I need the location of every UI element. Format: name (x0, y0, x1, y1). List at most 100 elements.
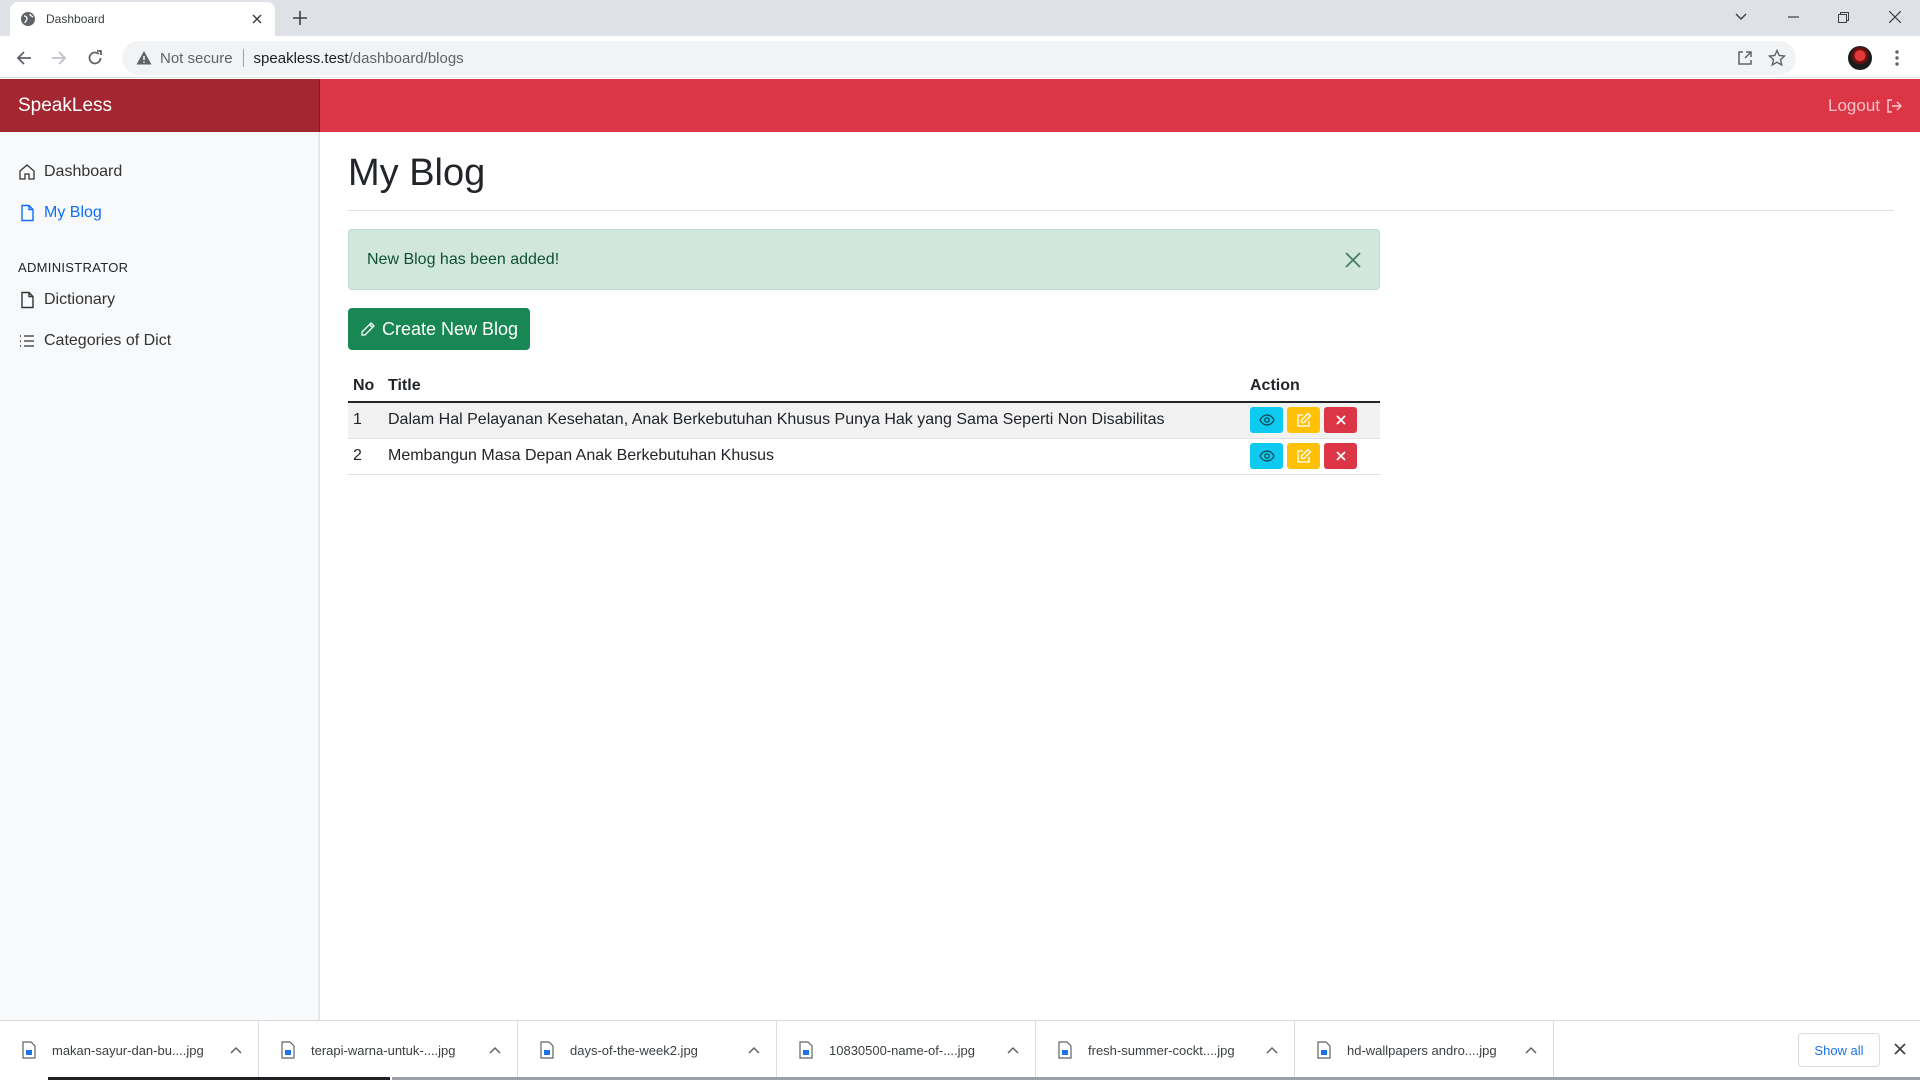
delete-button[interactable] (1324, 443, 1357, 469)
globe-icon (20, 11, 36, 27)
row-title: Dalam Hal Pelayanan Kesehatan, Anak Berk… (383, 402, 1245, 439)
page-title: My Blog (348, 152, 486, 194)
browser-toolbar: Not secure speakless.test/dashboard/blog… (0, 36, 1920, 78)
file-image-icon (540, 1041, 554, 1059)
main-content: My Blog New Blog has been added! Create … (348, 132, 1894, 1020)
url-path: /dashboard/blogs (348, 49, 464, 67)
sidebar-item-label: Dictionary (44, 291, 116, 308)
blog-table: No Title Action 1 Dalam Hal Pelayanan Ke… (348, 370, 1380, 475)
tab-close-icon[interactable] (249, 11, 265, 27)
minimize-icon[interactable] (1770, 0, 1816, 34)
row-title: Membangun Masa Depan Anak Berkebutuhan K… (383, 438, 1245, 475)
close-window-icon[interactable] (1872, 0, 1918, 34)
edit-button[interactable] (1287, 443, 1320, 469)
sidebar-item-label: Categories of Dict (44, 332, 172, 349)
title-divider (348, 210, 1894, 211)
edit-icon (1296, 412, 1312, 428)
download-filename: makan-sayur-dan-bu....jpg (52, 1042, 204, 1058)
file-image-icon (1058, 1041, 1072, 1059)
sidebar-item-dictionary[interactable]: Dictionary (18, 286, 115, 314)
chevron-up-icon[interactable] (489, 1046, 501, 1054)
sidebar-item-my-blog[interactable]: My Blog (18, 199, 102, 227)
logout-button[interactable]: Logout (1828, 79, 1902, 132)
sidebar-item-dashboard[interactable]: Dashboard (18, 158, 122, 186)
house-icon (18, 163, 36, 181)
browser-menu-icon[interactable] (1890, 46, 1904, 70)
column-header-action: Action (1245, 370, 1380, 403)
profile-avatar[interactable] (1848, 46, 1872, 70)
table-row: 1 Dalam Hal Pelayanan Kesehatan, Anak Be… (348, 402, 1380, 439)
column-header-no: No (348, 370, 383, 403)
create-new-blog-button[interactable]: Create New Blog (348, 308, 530, 350)
alert-message: New Blog has been added! (367, 250, 560, 268)
download-filename: fresh-summer-cockt....jpg (1088, 1042, 1235, 1058)
download-filename: days-of-the-week2.jpg (570, 1042, 698, 1058)
tab-search-icon[interactable] (1718, 0, 1764, 34)
chevron-up-icon[interactable] (1266, 1046, 1278, 1054)
x-icon (1335, 414, 1347, 426)
show-all-downloads-button[interactable]: Show all (1798, 1033, 1880, 1067)
address-separator (242, 49, 244, 67)
chevron-up-icon[interactable] (748, 1046, 760, 1054)
file-icon (18, 204, 36, 222)
chevron-up-icon[interactable] (1525, 1046, 1537, 1054)
download-item[interactable]: 10830500-name-of-....jpg (777, 1021, 1036, 1079)
address-bar[interactable]: Not secure speakless.test/dashboard/blog… (122, 41, 1796, 75)
browser-tab[interactable]: Dashboard (10, 2, 275, 36)
download-item[interactable]: makan-sayur-dan-bu....jpg (0, 1021, 259, 1079)
sidebar-item-label: My Blog (44, 204, 102, 221)
close-icon[interactable] (1343, 250, 1363, 270)
x-icon (1335, 450, 1347, 462)
file-icon (18, 291, 36, 309)
delete-button[interactable] (1324, 407, 1357, 434)
file-image-icon (22, 1041, 36, 1059)
row-actions (1245, 402, 1380, 439)
file-image-icon (1317, 1041, 1331, 1059)
view-button[interactable] (1250, 443, 1283, 469)
brand-logo[interactable]: SpeakLess (0, 79, 320, 132)
edit-button[interactable] (1287, 407, 1320, 434)
share-icon[interactable] (1736, 49, 1754, 67)
download-item[interactable]: days-of-the-week2.jpg (518, 1021, 777, 1079)
table-header-row: No Title Action (348, 370, 1380, 403)
warning-icon[interactable] (136, 50, 152, 66)
row-actions (1245, 438, 1380, 475)
download-bar: makan-sayur-dan-bu....jpg terapi-warna-u… (0, 1020, 1920, 1080)
view-button[interactable] (1250, 407, 1283, 434)
column-header-title: Title (383, 370, 1245, 403)
table-row: 2 Membangun Masa Depan Anak Berkebutuhan… (348, 438, 1380, 475)
browser-tabstrip: Dashboard (0, 0, 1920, 36)
app-header: SpeakLess Logout (0, 79, 1920, 132)
download-filename: terapi-warna-untuk-....jpg (311, 1042, 456, 1058)
security-label[interactable]: Not secure (160, 50, 233, 67)
list-icon (18, 332, 36, 350)
eye-icon (1258, 450, 1275, 462)
chevron-up-icon[interactable] (1007, 1046, 1019, 1054)
bookmark-star-icon[interactable] (1768, 49, 1786, 67)
chevron-up-icon[interactable] (230, 1046, 242, 1054)
new-tab-button[interactable] (288, 8, 312, 28)
row-number: 2 (348, 438, 383, 475)
sidebar-section-heading: ADMINISTRATOR (18, 260, 129, 275)
close-download-bar-icon[interactable] (1892, 1041, 1908, 1057)
edit-icon (1296, 448, 1312, 464)
sidebar-item-categories-of-dict[interactable]: Categories of Dict (18, 327, 171, 355)
download-item[interactable]: terapi-warna-untuk-....jpg (259, 1021, 518, 1079)
forward-arrow-icon[interactable] (46, 45, 72, 71)
download-item[interactable]: hd-wallpapers andro....jpg (1295, 1021, 1554, 1079)
download-filename: 10830500-name-of-....jpg (829, 1042, 975, 1058)
create-button-label: Create New Blog (381, 318, 519, 339)
eye-icon (1258, 414, 1275, 426)
restore-icon[interactable] (1820, 0, 1866, 34)
sidebar: Dashboard My Blog ADMINISTRATOR Dictiona… (0, 132, 320, 1020)
logout-label: Logout (1828, 95, 1880, 115)
pencil-icon (360, 321, 376, 337)
file-image-icon (799, 1041, 813, 1059)
back-arrow-icon[interactable] (11, 45, 37, 71)
url-host: speakless.test (253, 49, 349, 67)
sidebar-item-label: Dashboard (44, 163, 123, 180)
row-number: 1 (348, 402, 383, 439)
reload-icon[interactable] (82, 45, 108, 71)
download-item[interactable]: fresh-summer-cockt....jpg (1036, 1021, 1295, 1079)
logout-icon (1886, 98, 1902, 114)
